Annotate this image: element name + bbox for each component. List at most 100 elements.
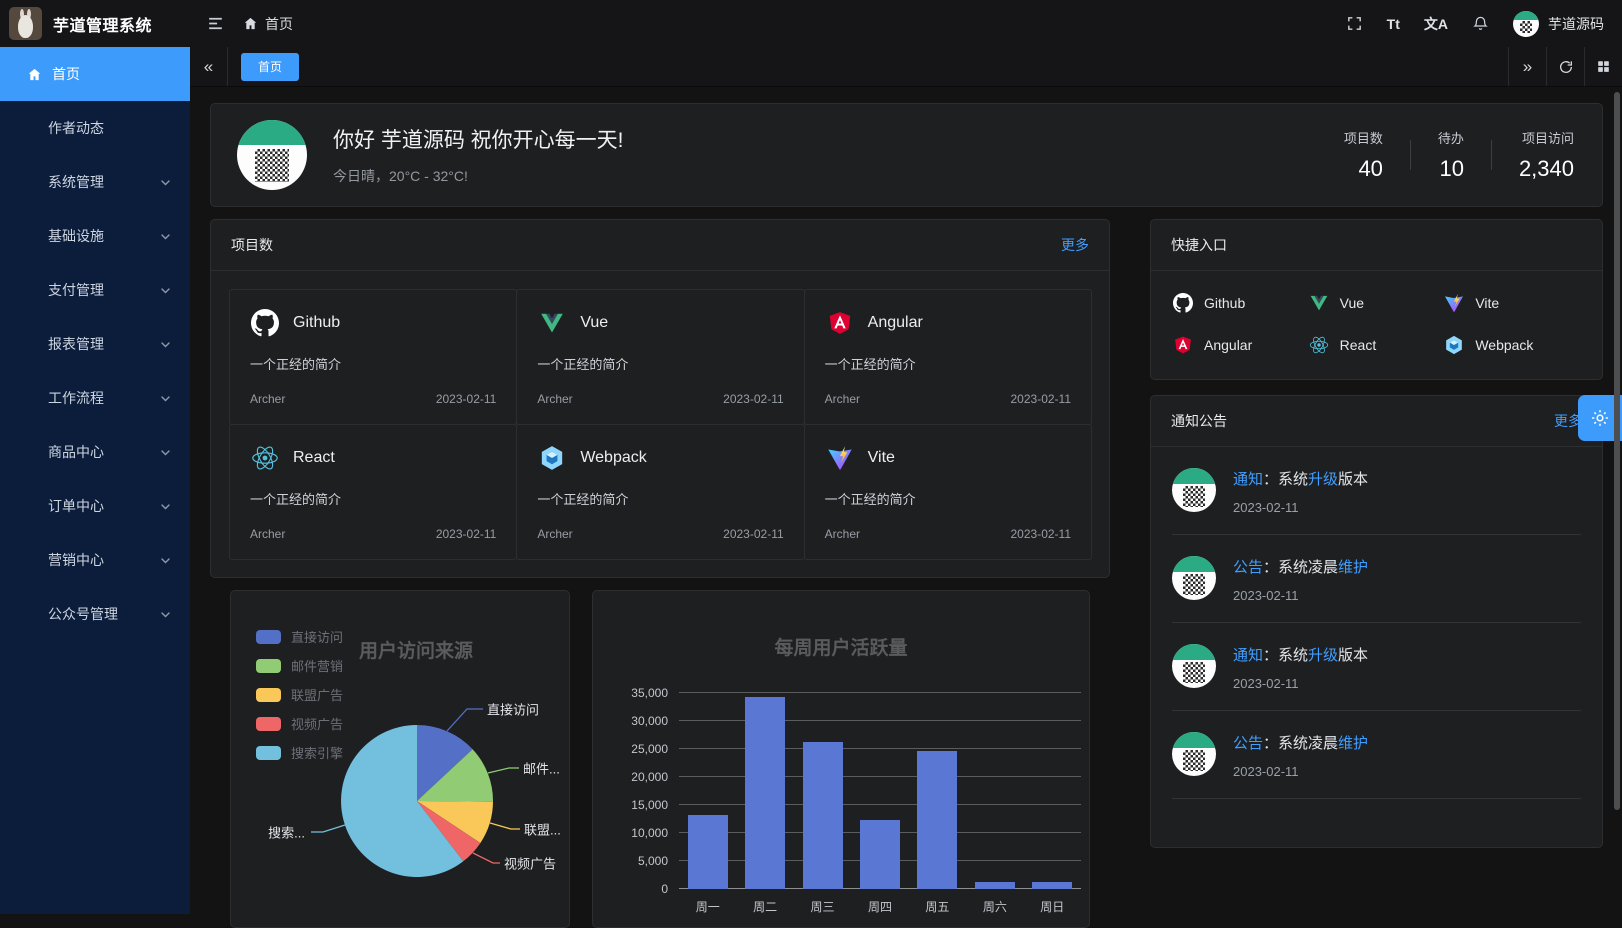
shortcut-link[interactable]: Vue [1309, 293, 1445, 313]
user-name: 芋道源码 [1548, 14, 1604, 34]
project-author: Archer [825, 527, 860, 541]
notice-avatar [1172, 556, 1216, 600]
bar[interactable] [745, 697, 785, 889]
pie-chart-card: 用户访问来源 直接访问邮件营销联盟广告视频广告搜索引擎 直接访问邮件...联盟.… [230, 590, 570, 928]
legend-label: 邮件营销 [291, 656, 343, 675]
shortcut-label: Webpack [1475, 337, 1533, 353]
shortcut-link[interactable]: Angular [1173, 335, 1309, 355]
legend-item[interactable]: 联盟广告 [256, 685, 343, 704]
project-author: Archer [537, 527, 572, 541]
breadcrumb[interactable]: 首页 [243, 14, 293, 34]
notice-item[interactable]: 通知：系统升级版本2023-02-11 [1172, 447, 1581, 535]
app-header: 芋道管理系统 首页 Tt 文A 芋道源码 [0, 0, 1622, 47]
x-axis-tick: 周五 [909, 898, 966, 915]
home-icon [27, 67, 42, 82]
notice-text: ：系统 [1263, 647, 1308, 664]
user-qr-avatar [237, 120, 307, 190]
notice-keyword[interactable]: 通知 [1233, 647, 1263, 664]
bar[interactable] [803, 742, 843, 889]
notice-keyword[interactable]: 公告 [1233, 559, 1263, 576]
sidebar-item[interactable]: 商品中心 [0, 425, 190, 479]
project-name: Angular [868, 314, 923, 332]
bar[interactable] [688, 815, 728, 889]
refresh-icon[interactable] [1546, 47, 1584, 86]
bar-chart[interactable]: 05,00010,00015,00020,00025,00030,00035,0… [679, 693, 1081, 889]
project-card-header: Angular [825, 308, 1071, 338]
bell-icon[interactable] [1472, 15, 1489, 32]
legend-item[interactable]: 直接访问 [256, 627, 343, 646]
page-scrollbar[interactable] [1614, 92, 1620, 810]
project-card[interactable]: Vite一个正经的简介Archer2023-02-11 [804, 424, 1092, 560]
fullscreen-icon[interactable] [1346, 15, 1363, 32]
sidebar-item-label: 报表管理 [48, 334, 104, 354]
y-axis-tick: 10,000 [631, 826, 668, 840]
project-card[interactable]: React一个正经的简介Archer2023-02-11 [229, 424, 517, 560]
sidebar-item[interactable]: 首页 [0, 47, 190, 101]
project-card[interactable]: Vue一个正经的简介Archer2023-02-11 [516, 289, 804, 425]
notice-keyword[interactable]: 升级 [1308, 647, 1338, 664]
sidebar-item-label: 商品中心 [48, 442, 104, 462]
pie-slice-label: 视频广告 [504, 854, 556, 873]
projects-more-link[interactable]: 更多 [1061, 235, 1089, 255]
sidebar-item[interactable]: 基础设施 [0, 209, 190, 263]
notice-item[interactable]: 通知：系统升级版本2023-02-11 [1172, 623, 1581, 711]
sidebar-item[interactable]: 支付管理 [0, 263, 190, 317]
notice-keyword[interactable]: 维护 [1338, 735, 1368, 752]
notice-title: 公告：系统凌晨维护 [1233, 732, 1368, 753]
welcome-stats: 项目数40待办10项目访问2,340 [1317, 128, 1576, 182]
x-axis-tick: 周一 [679, 898, 736, 915]
sidebar-item[interactable]: 系统管理 [0, 155, 190, 209]
notice-keyword[interactable]: 公告 [1233, 735, 1263, 752]
translate-icon[interactable]: 文A [1424, 14, 1448, 34]
bar[interactable] [975, 882, 1015, 889]
project-card-header: Vite [825, 443, 1071, 473]
sidebar-item[interactable]: 工作流程 [0, 371, 190, 425]
shortcut-label: Vite [1475, 295, 1499, 311]
logo-zone[interactable]: 芋道管理系统 [0, 7, 190, 40]
shortcut-link[interactable]: React [1309, 335, 1445, 355]
project-footer: Archer2023-02-11 [825, 392, 1071, 406]
sidebar-item-label: 作者动态 [48, 118, 104, 138]
legend-swatch [256, 746, 281, 760]
tabs-menu-icon[interactable] [1584, 47, 1622, 86]
github-icon [250, 308, 280, 338]
legend-item[interactable]: 邮件营销 [256, 656, 343, 675]
sidebar-item[interactable]: 报表管理 [0, 317, 190, 371]
sidebar-item[interactable]: 公众号管理 [0, 587, 190, 641]
notice-item[interactable]: 公告：系统凌晨维护2023-02-11 [1172, 535, 1581, 623]
project-card[interactable]: Webpack一个正经的简介Archer2023-02-11 [516, 424, 804, 560]
legend-item[interactable]: 搜索引擎 [256, 743, 343, 762]
font-size-icon[interactable]: Tt [1387, 16, 1400, 32]
sidebar-item[interactable]: 作者动态 [0, 101, 190, 155]
notice-keyword[interactable]: 通知 [1233, 471, 1263, 488]
sidebar-item-label: 工作流程 [48, 388, 104, 408]
sidebar-item-label: 营销中心 [48, 550, 104, 570]
project-card[interactable]: Angular一个正经的简介Archer2023-02-11 [804, 289, 1092, 425]
tabs-scroll-right-icon[interactable]: » [1508, 47, 1546, 86]
shortcut-link[interactable]: Vite [1444, 293, 1580, 313]
sidebar-item[interactable]: 营销中心 [0, 533, 190, 587]
bar[interactable] [860, 820, 900, 889]
project-author: Archer [250, 527, 285, 541]
bar[interactable] [917, 751, 957, 889]
shortcut-link[interactable]: Github [1173, 293, 1309, 313]
home-icon [243, 16, 258, 31]
project-card[interactable]: Github一个正经的简介Archer2023-02-11 [229, 289, 517, 425]
notice-keyword[interactable]: 维护 [1338, 559, 1368, 576]
react-icon [250, 443, 280, 473]
vite-icon [1444, 293, 1464, 313]
sidebar-item[interactable]: 订单中心 [0, 479, 190, 533]
notice-keyword[interactable]: 升级 [1308, 471, 1338, 488]
project-name: Vue [580, 314, 608, 332]
shortcut-link[interactable]: Webpack [1444, 335, 1580, 355]
sidebar-collapse-icon[interactable] [206, 14, 225, 33]
notice-title: 通知：系统升级版本 [1233, 468, 1368, 489]
tabs-scroll-left-icon[interactable]: « [190, 47, 228, 86]
notice-item[interactable]: 公告：系统凌晨维护2023-02-11 [1172, 711, 1581, 799]
y-axis-tick: 20,000 [631, 770, 668, 784]
legend-item[interactable]: 视频广告 [256, 714, 343, 733]
tab-home[interactable]: 首页 [241, 53, 299, 81]
user-menu[interactable]: 芋道源码 [1513, 11, 1604, 37]
bar[interactable] [1032, 882, 1072, 889]
project-date: 2023-02-11 [1011, 392, 1072, 406]
